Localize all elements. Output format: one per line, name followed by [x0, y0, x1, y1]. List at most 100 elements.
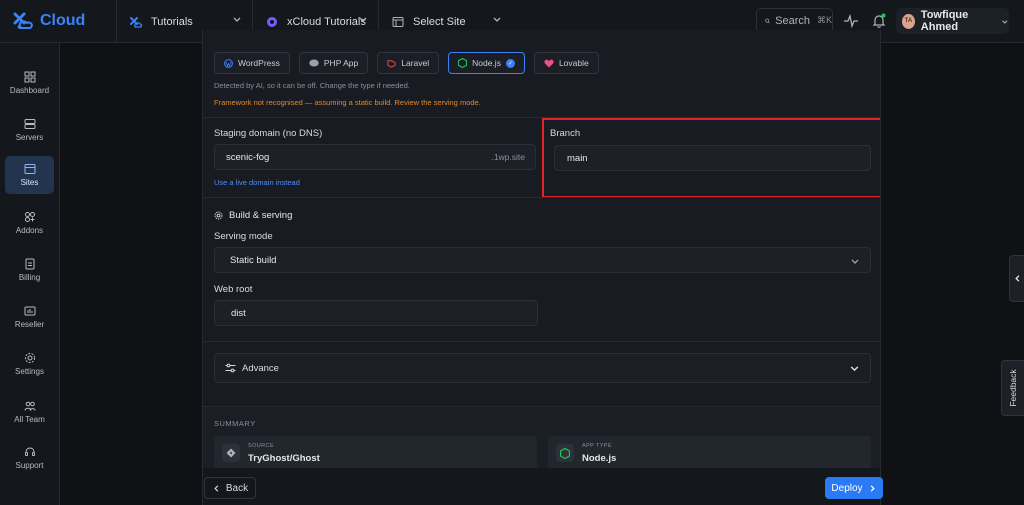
build-serving-title: Build & serving [214, 210, 292, 221]
sidebar-item-label: All Team [14, 415, 45, 424]
nodejs-icon [556, 444, 574, 462]
app-type-laravel[interactable]: Laravel [377, 52, 440, 74]
sidebar-item-support[interactable]: Support [5, 439, 54, 477]
framework-warning: Framework not recognised — assuming a st… [214, 98, 481, 107]
summary-title: SUMMARY [214, 419, 256, 428]
feedback-tab[interactable]: Feedback [1001, 360, 1024, 416]
chip-label: Laravel [401, 58, 430, 68]
chevron-down-icon [1002, 19, 1008, 24]
create-site-form: WordPress PHP App Laravel Node.js ✓ Lova… [202, 30, 881, 468]
avatar: TA [902, 13, 915, 29]
breadcrumb-label: Select Site [413, 15, 466, 28]
xcloud-logo-icon [13, 12, 33, 29]
serving-mode-value: Static build [230, 254, 277, 266]
staging-domain-input[interactable]: scenic-fog .1wp.site [214, 144, 536, 170]
section-title-label: Build & serving [229, 210, 293, 221]
logo[interactable]: Cloud [12, 10, 85, 32]
divider [203, 197, 880, 198]
headset-icon [24, 447, 35, 456]
sidebar-item-addons[interactable]: Addons [5, 204, 54, 242]
notification-bell-icon[interactable] [871, 13, 887, 29]
team-icon [24, 401, 35, 411]
chevron-down-icon [850, 366, 859, 372]
sidebar-item-label: Sites [20, 178, 39, 187]
chevron-down-icon [233, 17, 241, 22]
detected-hint: Detected by AI, so it can be off. Change… [214, 81, 410, 90]
sidebar-item-dashboard[interactable]: Dashboard [5, 64, 54, 102]
serving-mode-label: Serving mode [214, 231, 273, 242]
advance-accordion[interactable]: Advance [214, 353, 871, 383]
app-type-wordpress[interactable]: WordPress [214, 52, 290, 74]
summary-source-value: TryGhost/Ghost [248, 453, 320, 464]
sidebar: Dashboard Servers Sites Addons Billing R… [0, 43, 60, 505]
sidebar-item-all-team[interactable]: All Team [5, 393, 54, 431]
advance-label: Advance [242, 362, 279, 374]
activity-icon[interactable] [843, 13, 859, 29]
summary-panel: SUMMARY SOURCE TryGhost/Ghost APP TYPE N… [203, 406, 880, 468]
chevron-left-icon [1014, 275, 1019, 282]
workspace-icon [265, 15, 279, 29]
sites-icon [24, 164, 35, 174]
app-type-lovable[interactable]: Lovable [533, 52, 599, 74]
sidebar-item-label: Support [15, 461, 44, 470]
app-type-php[interactable]: PHP App [298, 52, 369, 74]
search-shortcut: ⌘K [816, 15, 832, 25]
sidebar-item-sites[interactable]: Sites [5, 156, 54, 194]
highlight-box [542, 118, 880, 198]
summary-app-type-value: Node.js [582, 453, 617, 464]
xcloud-small-icon [129, 15, 143, 29]
lovable-icon [544, 59, 554, 67]
sidebar-item-label: Addons [15, 226, 44, 235]
app-type-selector: WordPress PHP App Laravel Node.js ✓ Lova… [214, 52, 599, 74]
web-root-label: Web root [214, 284, 253, 295]
domain-suffix: .1wp.site [491, 152, 525, 162]
user-menu[interactable]: TA Towfique Ahmed [896, 8, 1009, 34]
gear-icon [214, 211, 223, 220]
back-label: Back [225, 482, 249, 494]
wordpress-icon [224, 58, 233, 68]
gear-icon [24, 352, 35, 364]
chevron-down-icon [493, 17, 501, 22]
chevron-down-icon [851, 259, 859, 264]
sidebar-item-billing[interactable]: Billing [5, 251, 54, 289]
use-live-domain-link[interactable]: Use a live domain instead [214, 178, 300, 187]
staging-domain-value: scenic-fog [226, 151, 270, 163]
chip-label: PHP App [323, 58, 359, 68]
web-root-value: dist [231, 307, 246, 319]
sidebar-item-reseller[interactable]: Reseller [5, 298, 54, 336]
logo-text: Cloud [40, 12, 86, 29]
deploy-button[interactable]: Deploy [825, 477, 883, 499]
chevron-right-icon [870, 484, 875, 492]
back-button[interactable]: Back [204, 477, 256, 499]
sliders-icon [225, 363, 236, 373]
divider [203, 341, 880, 342]
sidebar-item-label: Settings [15, 367, 44, 376]
sidebar-item-label: Reseller [14, 320, 45, 329]
git-icon [222, 444, 240, 462]
server-icon [24, 119, 35, 129]
search-label: Search [775, 14, 810, 27]
billing-icon [25, 258, 34, 270]
web-root-input[interactable]: dist [214, 300, 538, 326]
deploy-label: Deploy [831, 482, 863, 494]
sidebar-item-label: Dashboard [9, 86, 50, 95]
dashboard-icon [24, 71, 35, 83]
addons-icon [24, 212, 35, 222]
app-type-nodejs[interactable]: Node.js ✓ [448, 52, 525, 74]
serving-mode-select[interactable]: Static build [214, 247, 871, 273]
staging-domain-label: Staging domain (no DNS) [214, 128, 323, 139]
reseller-icon [24, 306, 35, 316]
sidebar-item-label: Billing [18, 273, 41, 282]
nodejs-icon [458, 58, 468, 68]
summary-app-type: APP TYPE Node.js [548, 436, 871, 468]
sidebar-item-servers[interactable]: Servers [5, 111, 54, 149]
form-footer: Back Deploy [202, 468, 883, 505]
summary-source: SOURCE TryGhost/Ghost [214, 436, 537, 468]
sidebar-item-settings[interactable]: Settings [5, 345, 54, 383]
sidebar-item-label: Servers [15, 133, 44, 142]
summary-source-label: SOURCE [248, 443, 274, 449]
chip-label: Node.js [472, 58, 501, 68]
collapse-panel-button[interactable] [1009, 255, 1024, 302]
site-icon [391, 15, 405, 29]
chip-label: WordPress [238, 58, 280, 68]
